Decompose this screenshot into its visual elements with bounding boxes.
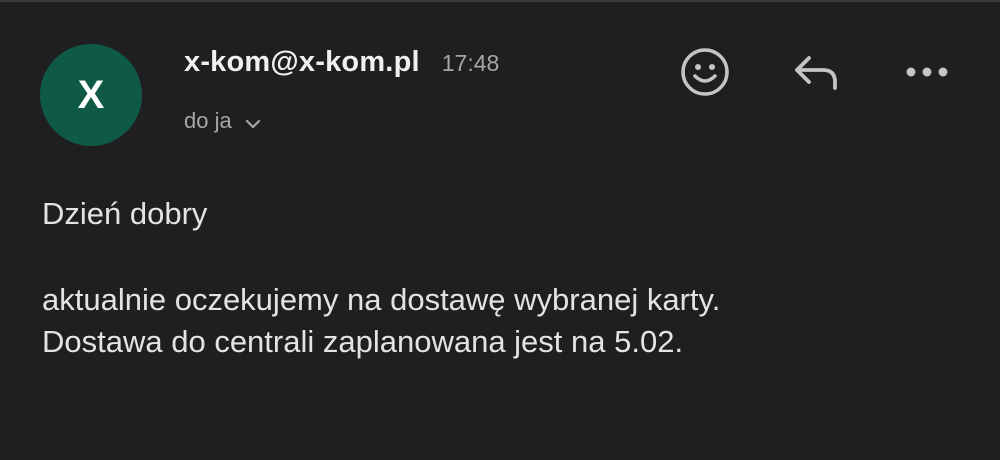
reply-arrow-icon [791,50,841,99]
message-line: Dostawa do centrali zaplanowana jest na … [42,324,684,359]
sender-address[interactable]: x-kom@x-kom.pl [184,46,420,79]
message-greeting: Dzień dobry [42,196,208,231]
sender-avatar[interactable]: X [40,44,142,146]
sender-row: x-kom@x-kom.pl 17:48 [184,46,499,79]
reply-button[interactable] [786,44,846,104]
smiley-icon [679,46,731,103]
sent-time: 17:48 [441,50,500,76]
more-horizontal-icon [904,65,950,84]
avatar-letter: X [77,73,105,117]
more-options-button[interactable] [897,44,957,104]
recipient-details-toggle[interactable]: do ja [184,108,262,134]
message-line: aktualnie oczekujemy na dostawę wybranej… [42,282,721,317]
chevron-down-icon [244,115,262,133]
message-paragraph: aktualnie oczekujemy na dostawę wybranej… [42,279,972,363]
message-body: Dzień dobry aktualnie oczekujemy na dost… [42,193,972,363]
top-divider [0,0,1000,2]
emoji-reaction-button[interactable] [675,44,735,104]
recipient-label: do ja [184,108,232,133]
